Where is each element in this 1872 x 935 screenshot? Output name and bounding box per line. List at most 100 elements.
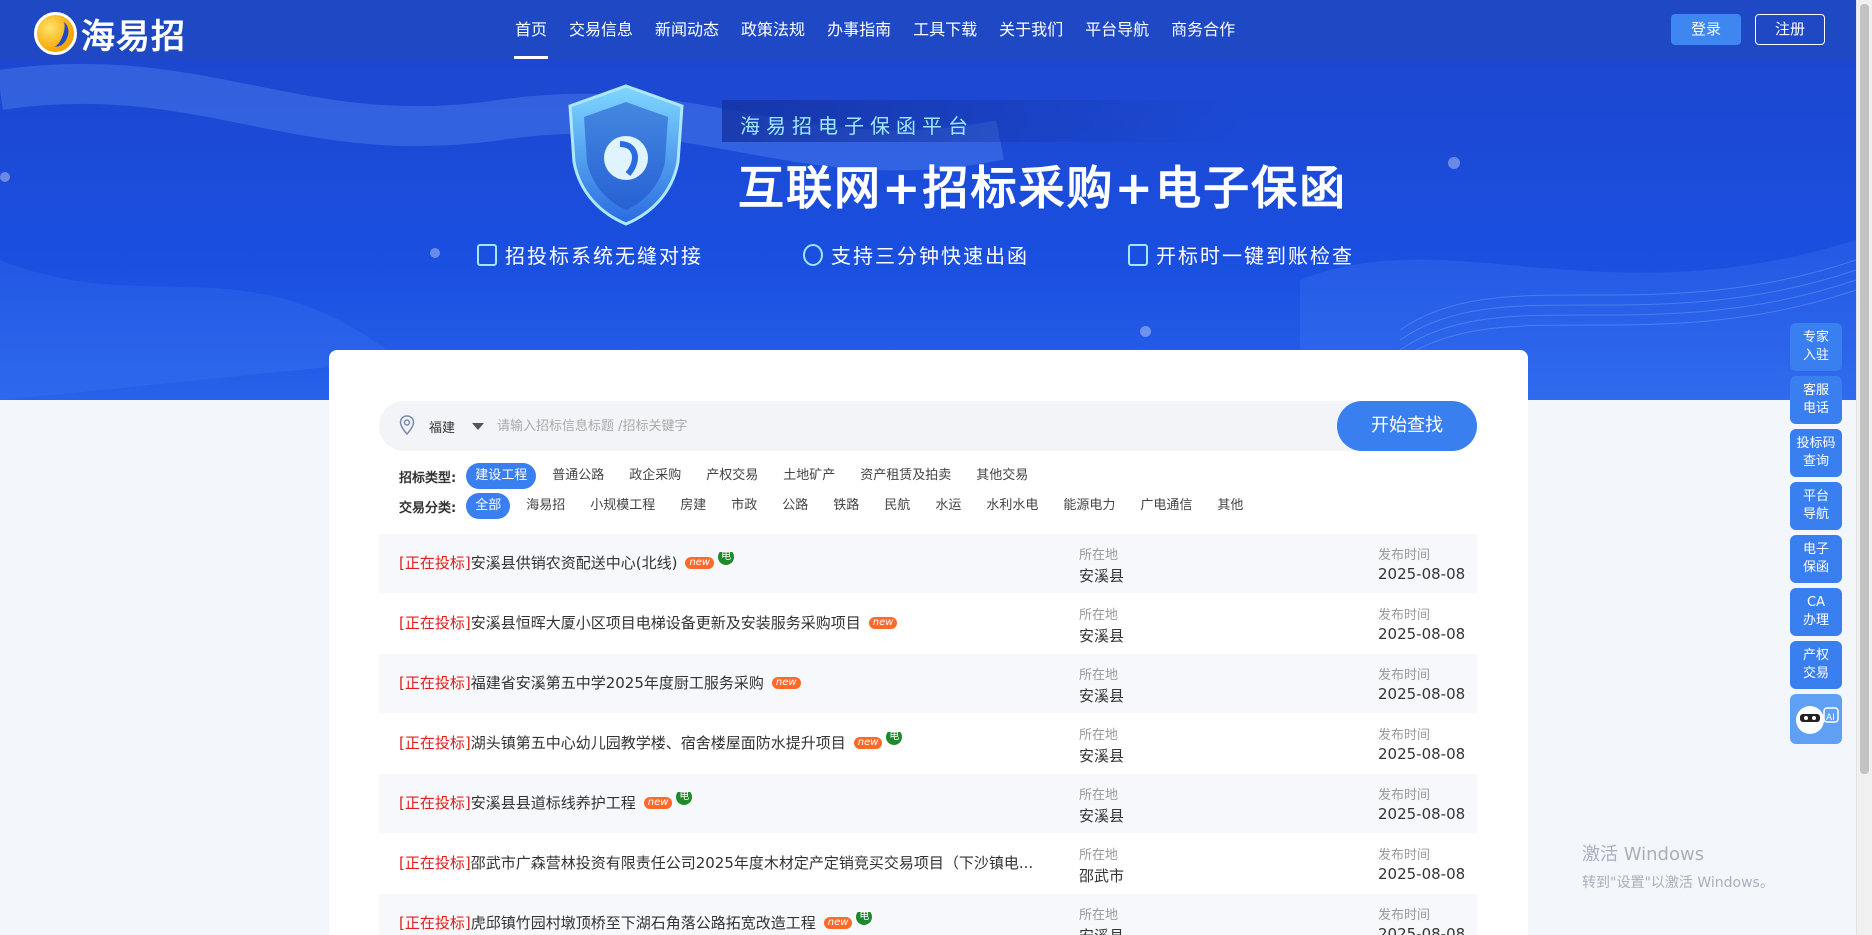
date-value: 2025-08-08 [1378, 685, 1466, 703]
filter-chip[interactable]: 普通公路 [543, 463, 613, 489]
filter-chip[interactable]: 市政 [722, 493, 766, 519]
login-button[interactable]: 登录 [1671, 14, 1741, 45]
decor-dot [1448, 157, 1460, 169]
tool-label-line: 产权 [1802, 648, 1829, 663]
tool-label-line: 导航 [1802, 507, 1829, 522]
tool-button[interactable]: 平台 导航 [1790, 482, 1842, 530]
tender-row[interactable]: [正在投标] 安溪县恒晖大厦小区项目电梯设备更新及安装服务采购项目 new 所在地 安溪… [379, 594, 1477, 654]
new-badge: new [853, 736, 883, 749]
location-value: 安溪县 [1079, 807, 1125, 825]
location-caption: 所在地 [1079, 788, 1119, 803]
nav-item[interactable]: 交易信息 [558, 0, 644, 60]
filter-chip[interactable]: 民航 [875, 493, 919, 519]
new-badge: new [771, 676, 801, 689]
clipboard-icon [477, 243, 497, 266]
filter-chip[interactable]: 海易招 [517, 493, 574, 519]
filter-chip[interactable]: 全部 [466, 493, 511, 519]
chevron-down-icon[interactable] [472, 423, 484, 430]
tender-title-link[interactable]: [正在投标] 邵武市广森营林投资有限责任公司2025年度木材定产定销竞买交易项目（… [399, 852, 1033, 873]
tender-row[interactable]: [正在投标]虎邱镇竹园村墩顶桥至下湖石角落公路拓宽改造工程 new电 所在地安溪县 发… [379, 894, 1477, 935]
filter-chip[interactable]: 资产租赁及拍卖 [851, 463, 960, 489]
tool-button[interactable]: 电子 保函 [1790, 535, 1842, 583]
filter-chip[interactable]: 广电通信 [1131, 493, 1201, 519]
tender-title: 福建省安溪第五中学2025年度厨工服务采购 [470, 674, 764, 692]
date-caption: 发布时间 [1378, 608, 1431, 623]
filter-chip[interactable]: 产权交易 [697, 463, 767, 489]
yuan-check-icon [1128, 243, 1148, 266]
filter-chip[interactable]: 其他 [1208, 493, 1252, 519]
top-header: 海易招 首页 交易信息 新闻动态 政策法规 办事指南 工具下载 关于我们 平台导航 商务合作 登… [0, 0, 1856, 60]
page-scrollbar[interactable] [1856, 0, 1872, 935]
scrollbar-thumb[interactable] [1860, 4, 1869, 774]
register-button[interactable]: 注册 [1755, 14, 1825, 45]
status-tag: [正在投标] [399, 674, 471, 692]
tool-button[interactable]: 专家 入驻 [1790, 323, 1842, 371]
search-button[interactable]: 开始查找 [1337, 401, 1477, 451]
tender-title-link[interactable]: [正在投标] 福建省安溪第五中学2025年度厨工服务采购 new [399, 672, 801, 693]
tool-button[interactable]: 产权 交易 [1790, 641, 1842, 689]
tool-button[interactable]: CA 办理 [1790, 588, 1842, 636]
location-caption: 所在地 [1079, 848, 1119, 863]
filter-chip[interactable]: 其他交易 [967, 463, 1037, 489]
tender-row[interactable]: [正在投标] 福建省安溪第五中学2025年度厨工服务采购 new 所在地 安溪县 发布时间… [379, 654, 1477, 714]
tender-row[interactable]: [正在投标] 邵武市广森营林投资有限责任公司2025年度木材定产定销竞买交易项目（… [379, 834, 1477, 894]
tender-title-link[interactable]: [正在投标] 安溪县供销农资配送中心(北线) new 电 [399, 552, 735, 573]
search-input[interactable] [497, 411, 1177, 441]
tool-label-line: 客服 [1802, 383, 1829, 398]
location-caption: 所在地 [1079, 908, 1119, 923]
filter-chip[interactable]: 土地矿产 [774, 463, 844, 489]
electronic-badge-icon: 电 [676, 792, 693, 805]
main-nav: 首页 交易信息 新闻动态 政策法规 办事指南 工具下载 关于我们 平台导航 商务合作 [504, 0, 1246, 60]
ai-assistant-button[interactable]: AI [1790, 694, 1842, 744]
filter-chip[interactable]: 建设工程 [466, 463, 537, 489]
nav-item[interactable]: 首页 [504, 0, 558, 60]
tender-title-link[interactable]: [正在投标] 虎邱镇竹园村墩顶桥至下湖石角落公路拓宽改造工程 new 电 [399, 912, 873, 933]
nav-item[interactable]: 办事指南 [816, 0, 902, 60]
tool-button[interactable]: 客服 电话 [1790, 376, 1842, 424]
filter-chip[interactable]: 水运 [926, 493, 970, 519]
status-tag: [正在投标] [399, 794, 471, 812]
tender-row[interactable]: [正在投标] 安溪县县道标线养护工程 new 电 所在地 安溪县 发布时间 2025-08-0… [379, 774, 1477, 834]
nav-item[interactable]: 关于我们 [988, 0, 1074, 60]
ai-label: AI [1826, 713, 1835, 723]
location-caption: 所在地 [1079, 728, 1119, 743]
nav-item[interactable]: 新闻动态 [644, 0, 730, 60]
filter-chip[interactable]: 房建 [671, 493, 715, 519]
tool-label-line: 平台 [1802, 489, 1829, 504]
tender-title-link[interactable]: [正在投标] 湖头镇第五中心幼儿园教学楼、宿舍楼屋面防水提升项目 new 电 [399, 732, 903, 753]
filter-chip[interactable]: 能源电力 [1054, 493, 1124, 519]
tender-row[interactable]: [正在投标] 安溪县供销农资配送中心(北线) new 电 所在地 安溪县 发布时间 2025-… [379, 534, 1477, 594]
tender-row[interactable]: [正在投标] 湖头镇第五中心幼儿园教学楼、宿舍楼屋面防水提升项目 new 电 所在地安溪… [379, 714, 1477, 774]
status-tag: [正在投标] [399, 914, 471, 932]
new-badge: new [868, 616, 898, 629]
nav-item[interactable]: 政策法规 [730, 0, 816, 60]
nav-item[interactable]: 平台导航 [1074, 0, 1160, 60]
status-tag: [正在投标] [399, 734, 471, 752]
date-caption: 发布时间 [1378, 908, 1431, 923]
filter-chip[interactable]: 水利水电 [977, 493, 1047, 519]
logo-icon [34, 12, 77, 55]
hero-banner: 海易招电子保函平台 互联网+招标采购+电子保函 招投标系统无缝对接 支持三分钟快… [0, 60, 1856, 400]
tool-label-line: 交易 [1802, 666, 1829, 681]
site-logo[interactable]: 海易招 [34, 9, 186, 58]
tool-label-line: CA [1807, 595, 1825, 610]
location-value: 邵武市 [1079, 867, 1125, 885]
region-select[interactable]: 福建 [429, 417, 455, 436]
tool-button[interactable]: 投标码 查询 [1790, 429, 1842, 477]
filter-chip[interactable]: 政企采购 [620, 463, 690, 489]
filter-chip[interactable]: 铁路 [824, 493, 868, 519]
windows-activation-watermark: 激活 Windows 转到"设置"以激活 Windows。 [1582, 840, 1774, 892]
location-value: 安溪县 [1079, 747, 1125, 765]
category-label: 交易分类: [399, 500, 457, 516]
tender-title-link[interactable]: [正在投标] 安溪县县道标线养护工程 new 电 [399, 792, 693, 813]
filter-chip[interactable]: 公路 [773, 493, 817, 519]
nav-item[interactable]: 商务合作 [1160, 0, 1246, 60]
nav-item[interactable]: 工具下载 [902, 0, 988, 60]
location-value: 安溪县 [1079, 925, 1124, 935]
tool-label-line: 投标码 [1796, 436, 1836, 451]
decor-dot [430, 248, 440, 258]
location-pin-icon [399, 415, 415, 435]
filter-chip[interactable]: 小规模工程 [581, 493, 664, 519]
tender-title-link[interactable]: [正在投标] 安溪县恒晖大厦小区项目电梯设备更新及安装服务采购项目 new [399, 612, 898, 633]
feature-item: 支持三分钟快速出函 [803, 240, 1029, 269]
